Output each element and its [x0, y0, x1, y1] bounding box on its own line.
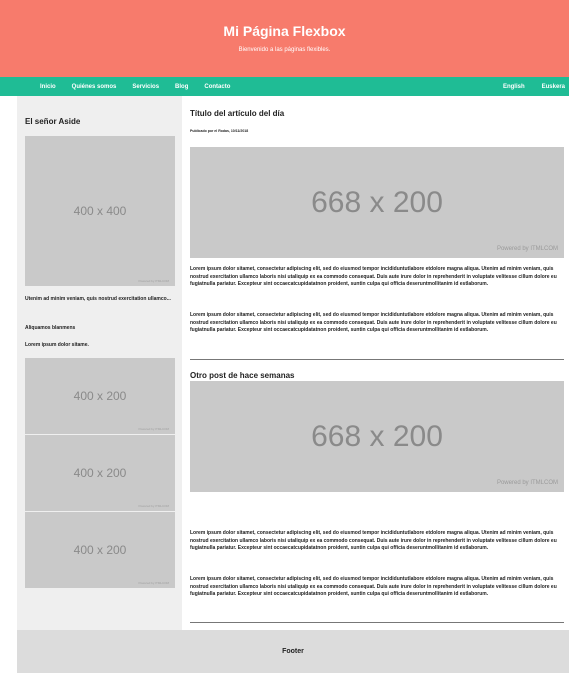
main-nav: Inicio Quiénes somos Servicios Blog Cont…	[0, 77, 569, 96]
article-paragraph: Lorem ipsum dolor sitamet, consectetur a…	[190, 530, 557, 551]
article-separator	[190, 359, 564, 360]
language-switcher: English Euskera	[486, 84, 569, 90]
footer-text: Footer	[282, 648, 304, 655]
article-title: Otro post de hace semanas	[190, 371, 295, 380]
article-title: Título del artículo del día	[190, 109, 285, 118]
article-separator	[190, 622, 564, 623]
aside-text-short: Lorem ipsum dolor sitame.	[25, 342, 89, 348]
image-dimension-label: 668 x 200	[311, 419, 443, 453]
image-dimension-label: 400 x 200	[73, 543, 127, 557]
aside-small-image-3: 400 x 200 Powered by ITMLCOM	[25, 512, 175, 588]
aside-small-image-1: 400 x 200 Powered by ITMLCOM	[25, 358, 175, 434]
site-subtitle: Bienvenido a las páginas flexibles.	[238, 47, 331, 53]
aside-small-image-2: 400 x 200 Powered by ITMLCOM	[25, 435, 175, 511]
image-powered-label: Powered by ITMLCOM	[496, 246, 558, 252]
article-image-placeholder: 668 x 200 Powered by ITMLCOM	[190, 381, 564, 492]
image-dimension-label: 400 x 400	[73, 204, 127, 218]
image-powered-label: Powered by ITMLCOM	[138, 427, 169, 431]
image-powered-label: Powered by ITMLCOM	[138, 581, 169, 585]
page-footer: Footer	[17, 630, 569, 673]
image-dimension-label: 668 x 200	[311, 185, 443, 219]
article-1: Título del artículo del día Publicado po…	[190, 109, 564, 359]
image-powered-label: Powered by ITMLCOM	[138, 504, 169, 508]
nav-contacto[interactable]: Contacto	[204, 84, 230, 90]
article-paragraph: Lorem ipsum dolor sitamet, consectetur a…	[190, 576, 557, 597]
nav-quienes-somos[interactable]: Quiénes somos	[72, 84, 117, 90]
aside-title: El señor Aside	[25, 117, 81, 126]
aside-text: Utenim ad minim veniam, quis nostrud exe…	[25, 296, 171, 302]
nav-servicios[interactable]: Servicios	[132, 84, 159, 90]
article-paragraph: Lorem ipsum dolor sitamet, consectetur a…	[190, 312, 557, 333]
article-paragraph: Lorem ipsum dolor sitamet, consectetur a…	[190, 266, 557, 287]
image-powered-label: Powered by ITMLCOM	[138, 279, 169, 283]
aside-image-placeholder: 400 x 400 Powered by ITMLCOM	[25, 136, 175, 286]
nav-blog[interactable]: Blog	[175, 84, 188, 90]
sidebar-aside: El señor Aside 400 x 400 Powered by ITML…	[17, 96, 182, 630]
article-meta: Publicado por el Rodas, 10/11/2018	[190, 129, 249, 133]
page-header: Mi Página Flexbox Bienvenido a las págin…	[0, 0, 569, 77]
image-dimension-label: 400 x 200	[73, 466, 127, 480]
lang-euskera[interactable]: Euskera	[542, 84, 565, 90]
nav-inicio[interactable]: Inicio	[40, 84, 56, 90]
image-powered-label: Powered by ITMLCOM	[496, 480, 558, 486]
image-dimension-label: 400 x 200	[73, 389, 127, 403]
article-image-placeholder: 668 x 200 Powered by ITMLCOM	[190, 147, 564, 258]
aside-subheading: Aliquamos blanmens	[25, 325, 76, 331]
lang-english[interactable]: English	[503, 84, 525, 90]
site-title: Mi Página Flexbox	[223, 23, 346, 39]
